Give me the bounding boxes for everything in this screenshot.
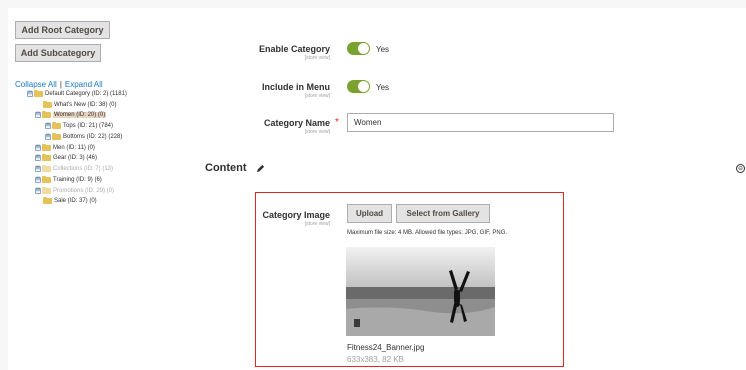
tree-node-bottoms[interactable]: ⊞ Bottoms (ID: 22) (228) xyxy=(45,132,122,141)
include-in-menu-label: Include in Menu [store view] xyxy=(262,82,330,99)
enable-category-value: Yes xyxy=(376,45,390,54)
image-file-name[interactable]: Fitness24_Banner.jpg xyxy=(347,343,424,352)
collapse-node-icon[interactable]: ⊟ xyxy=(27,90,33,97)
tree-node-label: Collections (ID: 7) (13) xyxy=(53,165,114,172)
tree-node-label: Men (ID: 11) (0) xyxy=(53,144,95,151)
folder-icon xyxy=(43,197,52,204)
scope-hint: [store view] xyxy=(304,93,330,99)
add-root-category-button[interactable]: Add Root Category xyxy=(15,21,110,39)
folder-icon xyxy=(42,176,51,183)
scope-hint: [store view] xyxy=(304,55,330,61)
collapse-node-icon[interactable]: ⊟ xyxy=(35,111,41,118)
expand-node-icon[interactable]: ⊞ xyxy=(35,154,41,161)
file-requirements-note: Maximum file size: 4 MB. Allowed file ty… xyxy=(347,230,508,236)
tree-expand-controls: Collapse All | Expand All xyxy=(15,80,103,89)
include-in-menu-label-text: Include in Menu xyxy=(261,82,330,92)
folder-icon xyxy=(52,133,61,140)
folder-icon xyxy=(43,101,52,108)
folder-icon xyxy=(52,122,61,129)
tree-node-collections[interactable]: ⊞ Collections (ID: 7) (13) xyxy=(35,164,113,173)
tree-node-label: Bottoms (ID: 22) (228) xyxy=(63,133,123,140)
tree-node-men[interactable]: ⊞ Men (ID: 11) (0) xyxy=(35,143,95,152)
tree-node-sale[interactable]: Sale (ID: 37) (0) xyxy=(43,196,97,205)
scope-hint: [store view] xyxy=(304,221,330,227)
category-name-label: Category Name [store view] xyxy=(264,118,330,135)
collapse-section-icon[interactable]: ⊖ xyxy=(736,164,745,173)
tree-node-label: Gear (ID: 3) (46) xyxy=(53,154,98,161)
include-in-menu-value: Yes xyxy=(376,83,390,92)
tree-node-default-category[interactable]: ⊟ Default Category (ID: 2) (1181) xyxy=(27,89,127,98)
upload-button[interactable]: Upload xyxy=(347,204,392,223)
folder-icon xyxy=(42,187,51,194)
required-asterisk: * xyxy=(335,117,339,128)
scope-hint: [store view] xyxy=(304,129,330,135)
tree-node-label: Default Category (ID: 2) (1181) xyxy=(45,90,127,97)
image-file-meta: 633x383, 82 KB xyxy=(347,355,404,364)
tree-node-label: Women (ID: 20) (0) xyxy=(53,111,107,118)
select-from-gallery-button[interactable]: Select from Gallery xyxy=(396,204,490,223)
tree-node-promotions[interactable]: ⊞ Promotions (ID: 29) (0) xyxy=(35,186,114,195)
category-image-thumbnail[interactable] xyxy=(346,247,495,336)
category-name-input[interactable]: Women xyxy=(347,113,614,132)
folder-icon xyxy=(34,90,43,97)
tree-node-label: Training (ID: 9) (6) xyxy=(53,176,102,183)
enable-category-toggle[interactable] xyxy=(347,42,370,55)
expand-node-icon[interactable]: ⊞ xyxy=(35,144,41,151)
tree-node-tops[interactable]: ⊞ Tops (ID: 21) (784) xyxy=(45,121,113,130)
folder-icon xyxy=(42,111,51,118)
tree-node-whats-new[interactable]: What's New (ID: 38) (0) xyxy=(43,100,117,109)
folder-icon xyxy=(42,154,51,161)
tree-node-label: Sale (ID: 37) (0) xyxy=(54,197,97,204)
folder-icon xyxy=(42,144,51,151)
tree-links-separator: | xyxy=(59,80,62,89)
collapse-all-link[interactable]: Collapse All xyxy=(15,80,57,89)
expand-node-icon[interactable]: ⊞ xyxy=(45,122,51,129)
category-image-label: Category Image [store view] xyxy=(262,210,330,227)
category-name-label-text: Category Name xyxy=(263,118,330,128)
pencil-icon xyxy=(256,164,265,173)
enable-category-label-text: Enable Category xyxy=(258,44,330,54)
tree-node-women[interactable]: ⊟ Women (ID: 20) (0) xyxy=(35,110,107,119)
expand-node-icon[interactable]: ⊞ xyxy=(35,187,41,194)
tree-node-label: Tops (ID: 21) (784) xyxy=(63,122,114,129)
expand-all-link[interactable]: Expand All xyxy=(65,80,103,89)
add-subcategory-button[interactable]: Add Subcategory xyxy=(15,44,101,62)
tree-node-label: Promotions (ID: 29) (0) xyxy=(53,187,115,194)
expand-node-icon[interactable]: ⊞ xyxy=(45,133,51,140)
expand-node-icon[interactable]: ⊞ xyxy=(35,176,41,183)
category-image-label-text: Category Image xyxy=(262,210,330,220)
tree-node-training[interactable]: ⊞ Training (ID: 9) (6) xyxy=(35,175,102,184)
tree-node-gear[interactable]: ⊞ Gear (ID: 3) (46) xyxy=(35,153,97,162)
folder-icon xyxy=(42,165,51,172)
enable-category-label: Enable Category [store view] xyxy=(259,44,330,61)
tree-node-label: What's New (ID: 38) (0) xyxy=(54,101,117,108)
content-section-title[interactable]: Content xyxy=(205,162,247,174)
include-in-menu-toggle[interactable] xyxy=(347,80,370,93)
expand-node-icon[interactable]: ⊞ xyxy=(35,165,41,172)
